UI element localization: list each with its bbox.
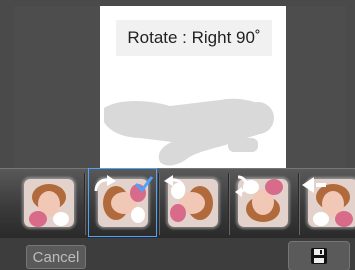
rotate-180-icon: [235, 175, 248, 197]
selected-thumbnail-highlight: [88, 168, 157, 237]
rotated-photo-preview: [104, 98, 274, 166]
thumbnail-flip[interactable]: [298, 169, 355, 238]
preview-canvas: Rotate : Right 90˚: [100, 6, 286, 168]
right-side-panel: [286, 6, 346, 168]
bottom-toolbar: Cancel: [0, 238, 355, 270]
rotate-status-label: Rotate : Right 90˚: [116, 20, 272, 56]
photo-editor-screen: Rotate : Right 90˚ Cancel: [0, 0, 355, 270]
cancel-button[interactable]: Cancel: [26, 245, 86, 269]
photo-thumbnail: [24, 179, 74, 227]
rotate-left-icon: [164, 175, 186, 192]
thumbnail-rotate-180[interactable]: [228, 169, 299, 238]
save-icon: [311, 248, 327, 264]
save-button[interactable]: [288, 241, 350, 270]
rotation-thumbnail-strip: [0, 168, 355, 238]
flip-horizontal-icon: [302, 177, 326, 193]
left-side-panel: [14, 6, 100, 168]
thumbnail-rotate-left[interactable]: [158, 169, 229, 238]
thumbnail-original[interactable]: [14, 169, 85, 238]
